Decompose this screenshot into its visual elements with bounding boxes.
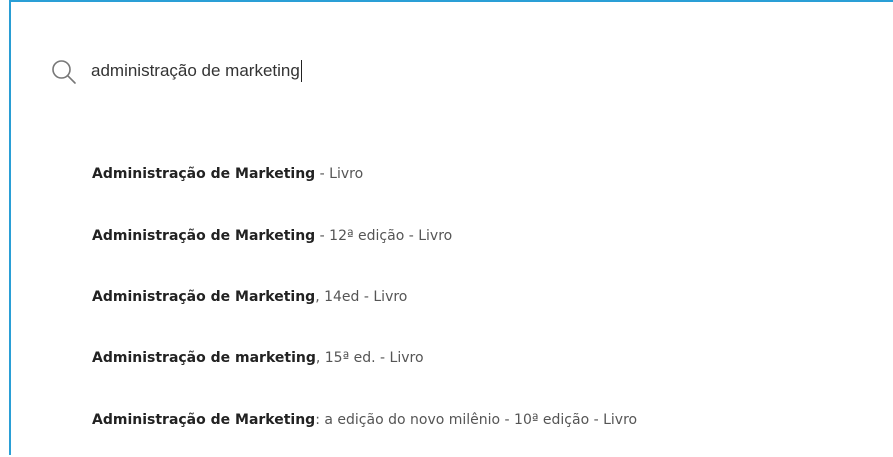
text-caret [300, 60, 302, 82]
suggestion-detail: - 12ª edição - Livro [315, 228, 453, 244]
suggestion-item[interactable]: Administração de Marketing - 12ª edição … [92, 221, 452, 251]
suggestion-detail: , 15ª ed. - Livro [315, 350, 424, 366]
suggestion-item[interactable]: Administração de Marketing: a edição do … [92, 405, 637, 435]
suggestion-item[interactable]: Administração de Marketing, 14ed - Livro [92, 282, 407, 312]
suggestion-title: Administração de Marketing [92, 289, 316, 305]
suggestion-title: Administração de Marketing [92, 412, 316, 428]
suggestion-detail: : a edição do novo milênio - 10ª edição … [315, 412, 638, 428]
search-panel: Administração de Marketing - Livro Admin… [9, 0, 893, 457]
suggestion-list: Administração de Marketing - Livro Admin… [11, 126, 893, 457]
search-bar [11, 2, 893, 127]
suggestion-detail: - Livro [315, 166, 364, 182]
search-input[interactable] [91, 54, 791, 88]
suggestion-item[interactable]: Administração de Marketing - Livro [92, 159, 363, 189]
suggestion-title: Administração de Marketing [92, 228, 316, 244]
search-icon [52, 60, 76, 84]
suggestion-item[interactable]: Administração de marketing, 15ª ed. - Li… [92, 343, 424, 373]
suggestion-title: Administração de Marketing [92, 166, 316, 182]
suggestion-detail: , 14ed - Livro [315, 289, 408, 305]
suggestion-title: Administração de marketing [92, 350, 316, 366]
